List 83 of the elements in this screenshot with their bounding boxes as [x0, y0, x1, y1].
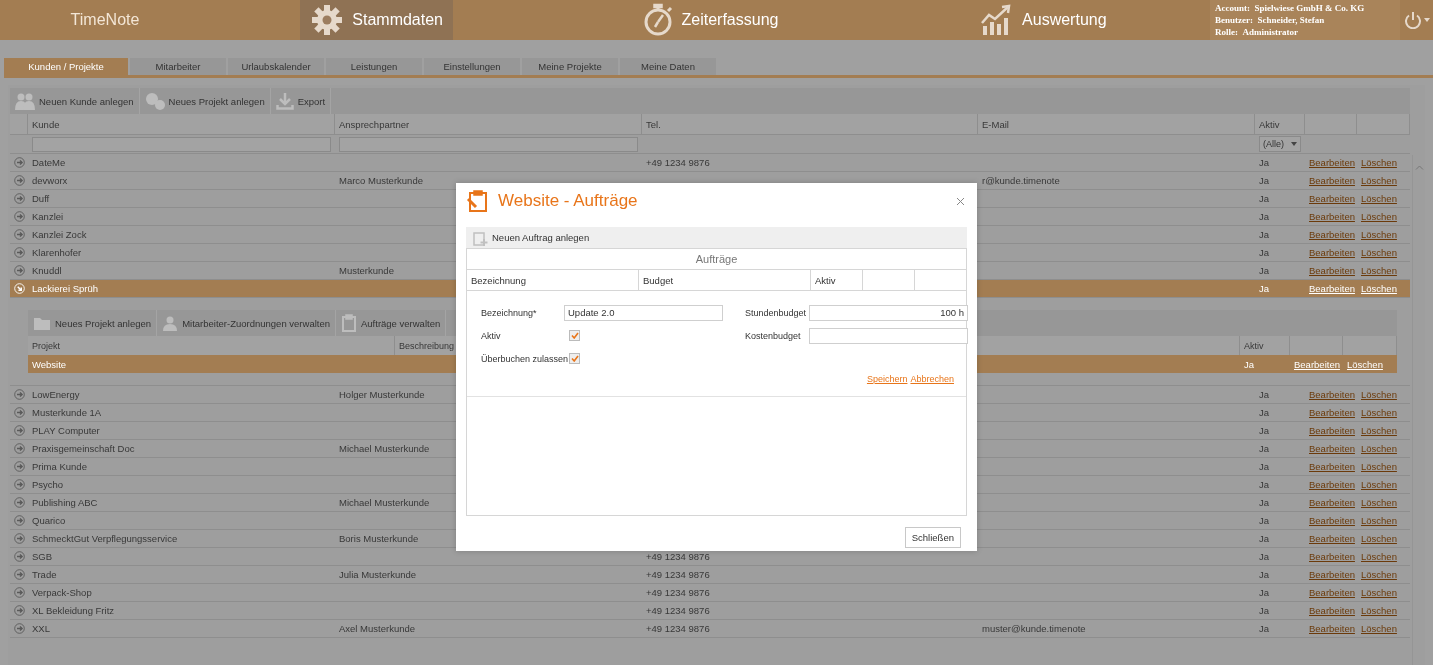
- table-cell: SGB: [32, 551, 53, 562]
- dialog-title: Website - Aufträge: [498, 191, 638, 211]
- table-cell: Trade: [32, 569, 57, 580]
- table-cell: Holger Musterkunde: [339, 389, 425, 400]
- table-cell: devworx: [32, 175, 68, 186]
- table-cell: Ja: [1259, 443, 1270, 454]
- account-info: Rolle: Administrator: [1215, 26, 1299, 38]
- table-cell: Ja: [1259, 265, 1270, 276]
- table-cell: Knuddl: [32, 265, 62, 276]
- column-header: Beschreibung: [399, 340, 455, 351]
- app-title: TimeNote: [70, 11, 140, 29]
- table-cell: r@kunde.timenote: [982, 175, 1060, 186]
- table-cell: Ja: [1259, 425, 1270, 436]
- table-cell: Ja: [1259, 407, 1270, 418]
- column-header: Aktiv: [815, 274, 836, 286]
- table-cell: Axel Musterkunde: [339, 623, 416, 634]
- table-cell: SchmecktGut Verpflegungsservice: [32, 533, 178, 544]
- table-cell: Michael Musterkunde: [339, 497, 430, 508]
- table-cell: Kanzlei: [32, 211, 64, 222]
- column-header: Kunde: [32, 118, 60, 130]
- table-cell: Ja: [1259, 569, 1270, 580]
- table-cell: XXL: [32, 623, 50, 634]
- table-cell: Ja: [1259, 211, 1270, 222]
- field-label: Aktiv: [481, 330, 502, 341]
- table-cell: +49 1234 9876: [646, 605, 710, 616]
- table-cell: +49 1234 9876: [646, 587, 710, 598]
- grid-caption: Aufträge: [695, 253, 738, 265]
- table-cell: PLAY Computer: [32, 425, 100, 436]
- table-cell: Kanzlei Zock: [32, 229, 87, 240]
- table-cell: Ja: [1259, 587, 1270, 598]
- table-cell: Duff: [32, 193, 50, 204]
- table-cell: Ja: [1259, 229, 1270, 240]
- table-cell: Ja: [1259, 389, 1270, 400]
- table-cell: Psycho: [32, 479, 64, 490]
- table-cell: +49 1234 9876: [646, 157, 710, 168]
- table-cell: muster@kunde.timenote: [982, 623, 1086, 634]
- table-cell: Michael Musterkunde: [339, 443, 430, 454]
- table-cell: Ja: [1259, 623, 1270, 634]
- table-cell: Ja: [1244, 358, 1255, 370]
- table-cell: LowEnergy: [32, 389, 80, 400]
- table-cell: Ja: [1259, 193, 1270, 204]
- table-cell: Ja: [1259, 157, 1270, 168]
- table-cell: Klarenhofer: [32, 247, 82, 258]
- table-cell: Prima Kunde: [32, 461, 87, 472]
- table-cell: Ja: [1259, 533, 1270, 544]
- column-header: Ansprechpartner: [339, 118, 410, 130]
- field-label: Bezeichnung*: [481, 307, 538, 318]
- column-header: Budget: [643, 274, 674, 286]
- table-cell: Musterkunde: [339, 265, 394, 276]
- column-header: E-Mail: [982, 118, 1009, 130]
- table-cell: Verpack-Shop: [32, 587, 92, 598]
- field-label: Stundenbudget: [745, 307, 808, 318]
- column-header: Projekt: [32, 340, 60, 351]
- table-cell: Praxisgemeinschaft Doc: [32, 443, 135, 454]
- table-cell: Ja: [1259, 605, 1270, 616]
- table-cell: Musterkunde 1A: [32, 407, 102, 418]
- column-header: Tel.: [646, 118, 661, 130]
- table-cell: +49 1234 9876: [646, 569, 710, 580]
- table-cell: Julia Musterkunde: [339, 569, 417, 580]
- column-header: Aktiv: [1259, 118, 1280, 130]
- table-cell: Ja: [1259, 247, 1270, 258]
- table-cell: Marco Musterkunde: [339, 175, 423, 186]
- table-cell: Ja: [1259, 175, 1270, 186]
- column-header: Bezeichnung: [471, 274, 526, 286]
- table-cell: Publishing ABC: [32, 497, 98, 508]
- table-cell: DateMe: [32, 157, 66, 168]
- account-info: Benutzer: Schneider, Stefan: [1215, 14, 1326, 26]
- account-info: Account: Spielwiese GmbH & Co. KG: [1215, 2, 1366, 14]
- table-cell: Ja: [1259, 479, 1270, 490]
- table-cell: XL Bekleidung Fritz: [32, 605, 115, 616]
- table-cell: Ja: [1259, 283, 1270, 294]
- table-cell: Boris Musterkunde: [339, 533, 419, 544]
- table-cell: Website: [32, 358, 67, 370]
- column-header: Aktiv: [1244, 340, 1264, 351]
- table-cell: Ja: [1259, 497, 1270, 508]
- table-cell: Quarico: [32, 515, 66, 526]
- table-cell: Lackierei Sprüh: [32, 283, 98, 294]
- field-label: Kostenbudget: [745, 330, 802, 341]
- table-cell: +49 1234 9876: [646, 623, 710, 634]
- table-cell: +49 1234 9876: [646, 551, 710, 562]
- table-cell: Ja: [1259, 461, 1270, 472]
- table-cell: Ja: [1259, 515, 1270, 526]
- table-cell: Ja: [1259, 551, 1270, 562]
